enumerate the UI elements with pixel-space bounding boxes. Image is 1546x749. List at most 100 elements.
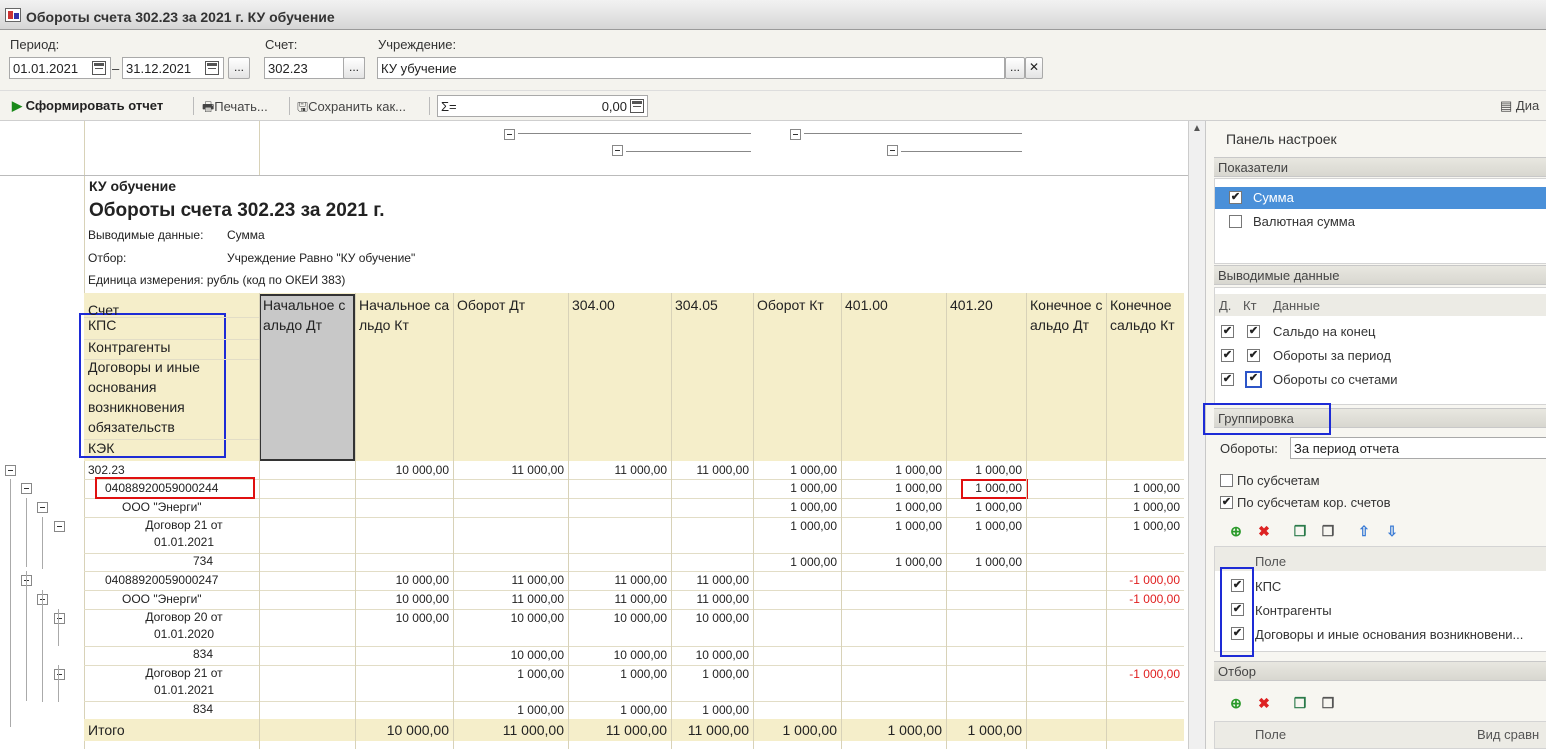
row-name[interactable]: ООО "Энерги" xyxy=(122,498,259,516)
date-from-input[interactable]: 01.01.2021 xyxy=(9,57,111,79)
collapse-icon[interactable] xyxy=(54,521,65,532)
save-as-button[interactable]: 🖫Сохранить как... xyxy=(297,98,406,120)
row-value[interactable]: 11 000,00 xyxy=(671,571,753,589)
row-value[interactable]: 1 000,00 xyxy=(671,701,753,719)
row-value[interactable]: 11 000,00 xyxy=(568,461,671,479)
column-header-0[interactable]: Начальное сальдо Дт xyxy=(263,295,353,335)
print-button[interactable]: 🖶Печать... xyxy=(202,98,268,120)
row-value[interactable]: 1 000,00 xyxy=(946,461,1026,479)
row-name[interactable]: Договор 20 от 01.01.2020 xyxy=(138,609,234,643)
row-value[interactable]: 11 000,00 xyxy=(453,571,568,589)
collapse-icon[interactable] xyxy=(37,502,48,513)
row-value[interactable]: 10 000,00 xyxy=(355,590,453,608)
row-value[interactable]: 1 000,00 xyxy=(841,461,946,479)
row-value[interactable]: 10 000,00 xyxy=(453,646,568,664)
row-value[interactable]: 1 000,00 xyxy=(753,461,841,479)
calculator-icon[interactable] xyxy=(630,99,644,113)
total-value[interactable]: 11 000,00 xyxy=(453,721,568,739)
row-value[interactable]: 1 000,00 xyxy=(841,517,946,535)
check-all-icon[interactable]: ❐ xyxy=(1292,695,1308,711)
total-value[interactable]: 11 000,00 xyxy=(671,721,753,739)
column-header-3[interactable]: 304.00 xyxy=(572,295,669,315)
output-checkbox-d[interactable]: ✔ xyxy=(1221,325,1234,338)
row-value[interactable]: 1 000,00 xyxy=(453,665,568,683)
column-header-9[interactable]: Конечное сальдо Кт xyxy=(1110,295,1182,335)
output-checkbox-d[interactable]: ✔ xyxy=(1221,349,1234,362)
output-checkbox-kt[interactable]: ✔ xyxy=(1245,371,1262,388)
collapse-icon[interactable] xyxy=(54,669,65,680)
total-value[interactable]: 1 000,00 xyxy=(841,721,946,739)
diagram-button[interactable]: ▤ Диа xyxy=(1500,98,1539,114)
row-value[interactable]: 11 000,00 xyxy=(568,571,671,589)
row-value[interactable]: -1 000,00 xyxy=(1106,590,1184,608)
output-checkbox-d[interactable]: ✔ xyxy=(1221,373,1234,386)
report-scrollbar[interactable]: ▲ xyxy=(1188,121,1205,749)
collapse-icon[interactable] xyxy=(504,129,515,140)
institution-select-button[interactable]: ... xyxy=(1005,57,1025,79)
uncheck-all-icon[interactable]: ❐ xyxy=(1320,523,1336,539)
collapse-icon[interactable] xyxy=(612,145,623,156)
calendar-icon[interactable] xyxy=(205,61,219,75)
row-value[interactable]: 1 000,00 xyxy=(946,553,1026,571)
column-header-5[interactable]: Оборот Кт xyxy=(757,295,839,315)
row-value[interactable]: 1 000,00 xyxy=(753,517,841,535)
row-value[interactable]: 1 000,00 xyxy=(841,553,946,571)
institution-clear-button[interactable]: ✕ xyxy=(1025,57,1043,79)
indicator-checkbox-currency[interactable] xyxy=(1229,215,1242,228)
column-header-8[interactable]: Конечное сальдо Дт xyxy=(1030,295,1104,335)
row-value[interactable]: 1 000,00 xyxy=(753,498,841,516)
check-all-icon[interactable]: ❐ xyxy=(1292,523,1308,539)
row-name[interactable]: 834 xyxy=(157,646,253,663)
institution-input[interactable]: КУ убучение xyxy=(377,57,1005,79)
column-header-2[interactable]: Оборот Дт xyxy=(457,295,566,315)
total-value[interactable]: 1 000,00 xyxy=(753,721,841,739)
row-value[interactable]: 10 000,00 xyxy=(453,609,568,627)
total-value[interactable]: 11 000,00 xyxy=(568,721,671,739)
collapse-icon[interactable] xyxy=(21,483,32,494)
indicator-checkbox-sum[interactable]: ✔ xyxy=(1229,191,1242,204)
row-name[interactable]: Договор 21 от 01.01.2021 xyxy=(138,665,234,699)
output-checkbox-kt[interactable]: ✔ xyxy=(1247,325,1260,338)
row-value[interactable]: 1 000,00 xyxy=(1106,498,1184,516)
scroll-up-icon[interactable]: ▲ xyxy=(1192,123,1202,134)
row-value[interactable]: 11 000,00 xyxy=(568,590,671,608)
row-value[interactable]: 10 000,00 xyxy=(568,646,671,664)
row-value[interactable]: 10 000,00 xyxy=(355,571,453,589)
total-value[interactable]: 1 000,00 xyxy=(946,721,1026,739)
row-value[interactable]: 11 000,00 xyxy=(671,590,753,608)
row-value[interactable]: 1 000,00 xyxy=(841,498,946,516)
period-select-button[interactable]: ... xyxy=(228,57,250,79)
row-value[interactable]: 1 000,00 xyxy=(671,665,753,683)
uncheck-all-icon[interactable]: ❐ xyxy=(1320,695,1336,711)
row-value[interactable]: 11 000,00 xyxy=(453,590,568,608)
collapse-icon[interactable] xyxy=(54,613,65,624)
column-header-1[interactable]: Начальное сальдо Кт xyxy=(359,295,451,335)
row-value[interactable]: 1 000,00 xyxy=(753,553,841,571)
collapse-icon[interactable] xyxy=(790,129,801,140)
by-subaccounts-checkbox[interactable] xyxy=(1220,474,1233,487)
sum-field[interactable]: Σ= 0,00 xyxy=(437,95,648,117)
collapse-icon[interactable] xyxy=(887,145,898,156)
row-value[interactable]: 1 000,00 xyxy=(1106,517,1184,535)
row-value[interactable]: 1 000,00 xyxy=(568,701,671,719)
row-value[interactable]: 1 000,00 xyxy=(841,479,946,497)
generate-report-button[interactable]: ▶ Сформировать отчет xyxy=(12,98,163,114)
row-value[interactable]: 1 000,00 xyxy=(453,701,568,719)
row-name[interactable]: 834 xyxy=(157,701,253,718)
move-down-icon[interactable]: ⇩ xyxy=(1384,523,1400,539)
row-name[interactable]: 04088920059000247 xyxy=(105,571,259,589)
column-header-7[interactable]: 401.20 xyxy=(950,295,1024,315)
row-value[interactable]: -1 000,00 xyxy=(1106,665,1184,683)
turnover-select[interactable]: За период отчета xyxy=(1290,437,1546,459)
move-up-icon[interactable]: ⇧ xyxy=(1356,523,1372,539)
row-value[interactable]: 10 000,00 xyxy=(355,461,453,479)
row-value[interactable]: 10 000,00 xyxy=(671,646,753,664)
by-corr-subaccounts-checkbox[interactable]: ✔ xyxy=(1220,496,1233,509)
row-name[interactable]: ООО "Энерги" xyxy=(122,590,259,608)
add-icon[interactable]: ⊕ xyxy=(1228,523,1244,539)
row-name[interactable]: Договор 21 от 01.01.2021 xyxy=(138,517,234,551)
row-value[interactable]: 10 000,00 xyxy=(568,609,671,627)
column-header-6[interactable]: 401.00 xyxy=(845,295,944,315)
row-value[interactable]: 1 000,00 xyxy=(946,517,1026,535)
row-value[interactable]: 1 000,00 xyxy=(946,498,1026,516)
